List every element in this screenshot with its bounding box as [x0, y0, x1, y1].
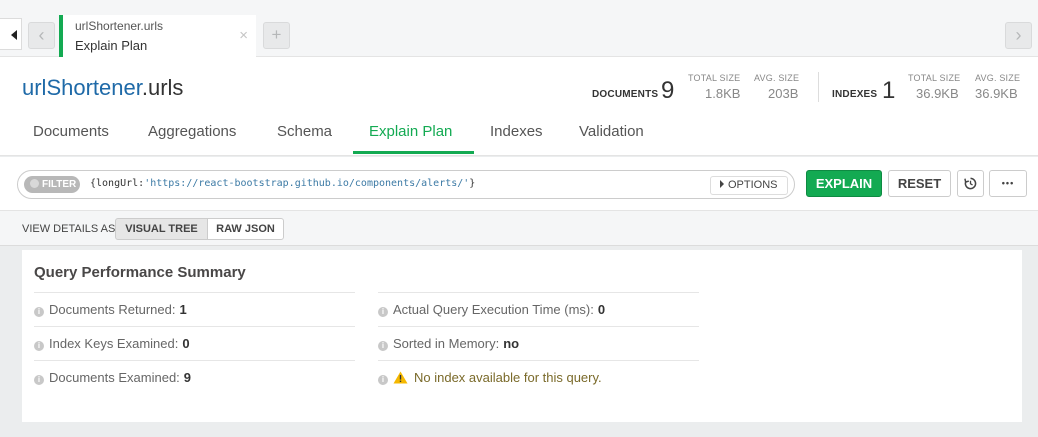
filter-dot-icon [30, 179, 39, 188]
tab-bar: ‹ urlShortener.urls Explain Plan × + › [0, 0, 1038, 58]
database-name[interactable]: urlShortener [22, 75, 142, 100]
reset-button[interactable]: RESET [888, 170, 951, 197]
tab-validation[interactable]: Validation [579, 123, 644, 140]
filter-key: {longUrl: [90, 178, 145, 189]
filter-label: FILTER [42, 179, 77, 190]
caret-right-icon [720, 180, 724, 188]
history-icon [964, 177, 977, 190]
indexes-label: INDEXES [832, 89, 878, 100]
filter-query-text[interactable]: {longUrl:'https://react-bootstrap.github… [90, 178, 475, 189]
sorted-label: Sorted in Memory: [393, 336, 500, 351]
doc-total-size-label: TOTAL SIZE [688, 73, 741, 83]
close-icon[interactable]: × [239, 27, 248, 44]
query-bar: FILTER {longUrl:'https://react-bootstrap… [0, 157, 1038, 211]
exec-time-value: 0 [597, 302, 606, 317]
exec-time-label: Actual Query Execution Time (ms): [393, 302, 594, 317]
docs-examined-value: 9 [183, 370, 192, 385]
filter-value: 'https://react-bootstrap.github.io/compo… [144, 178, 470, 189]
view-details-label: VIEW DETAILS AS [22, 223, 116, 235]
documents-label: DOCUMENTS [592, 89, 659, 100]
more-options-button[interactable]: ••• [989, 170, 1027, 197]
indexes-count: 1 [882, 77, 896, 104]
idx-avg-size-label: AVG. SIZE [975, 73, 1021, 83]
stats-divider [818, 72, 819, 102]
tab-namespace: urlShortener.urls [75, 19, 164, 33]
ellipsis-icon: ••• [1001, 178, 1015, 188]
idx-total-size: 36.9KB [916, 86, 959, 101]
summary-title: Query Performance Summary [34, 264, 246, 281]
active-tab-indicator [353, 151, 474, 154]
options-button[interactable]: OPTIONS [710, 176, 788, 195]
filter-label-pill: FILTER [24, 176, 80, 193]
forward-arrow-icon: › [1015, 25, 1022, 45]
idx-avg-size: 36.9KB [975, 86, 1018, 101]
collection-header: urlShortener.urls DOCUMENTS 9 TOTAL SIZE… [0, 57, 1038, 156]
summary-row-no-index: i No index available for this query. [378, 360, 699, 394]
warning-icon [393, 371, 408, 384]
summary-row-docs-examined: i Documents Examined: 9 [34, 360, 355, 394]
collection-title: urlShortener.urls [22, 75, 183, 101]
documents-count: 9 [661, 77, 675, 104]
tab-indexes[interactable]: Indexes [490, 123, 543, 140]
info-icon[interactable]: i [34, 307, 44, 317]
back-arrow-icon: ‹ [38, 25, 45, 45]
docs-returned-value: 1 [179, 302, 187, 317]
tab-next-button[interactable]: › [1005, 22, 1032, 49]
collection-name: .urls [141, 75, 184, 100]
info-icon[interactable]: i [34, 341, 44, 351]
query-performance-summary: Query Performance Summary i Documents Ret… [22, 250, 1022, 422]
filter-input[interactable]: FILTER {longUrl:'https://react-bootstrap… [17, 170, 795, 199]
info-icon[interactable]: i [378, 341, 388, 351]
raw-json-button[interactable]: RAW JSON [207, 218, 284, 240]
new-tab-button[interactable]: + [263, 22, 290, 49]
info-icon[interactable]: i [34, 375, 44, 385]
sidebar-toggle-icon [11, 30, 17, 40]
tab-explain-plan[interactable]: Explain Plan [369, 123, 452, 140]
info-icon[interactable]: i [378, 375, 388, 385]
filter-close: } [469, 178, 476, 189]
history-button[interactable] [957, 170, 984, 197]
view-details-bar: VIEW DETAILS AS VISUAL TREE RAW JSON [0, 211, 1038, 246]
summary-row-exec-time: i Actual Query Execution Time (ms): 0 [378, 292, 699, 326]
docs-returned-label: Documents Returned: [49, 302, 176, 317]
info-icon[interactable]: i [378, 307, 388, 317]
tab-schema[interactable]: Schema [277, 123, 332, 140]
doc-avg-size-label: AVG. SIZE [754, 73, 800, 83]
tab-prev-button[interactable]: ‹ [28, 22, 55, 49]
summary-row-index-keys: i Index Keys Examined: 0 [34, 326, 355, 360]
sidebar-toggle[interactable] [0, 18, 22, 50]
sorted-value: no [503, 336, 520, 351]
no-index-message: No index available for this query. [414, 370, 602, 385]
tab-urlshortener-urls[interactable]: urlShortener.urls Explain Plan × [59, 15, 256, 58]
visual-tree-button[interactable]: VISUAL TREE [115, 218, 208, 240]
docs-examined-label: Documents Examined: [49, 370, 180, 385]
plus-icon: + [271, 25, 282, 44]
doc-total-size: 1.8KB [705, 86, 741, 101]
tab-aggregations[interactable]: Aggregations [148, 123, 236, 140]
summary-row-sorted: i Sorted in Memory: no [378, 326, 699, 360]
options-label: OPTIONS [728, 179, 778, 191]
tab-subtitle: Explain Plan [75, 38, 148, 53]
summary-row-docs-returned: i Documents Returned: 1 [34, 292, 355, 326]
index-keys-label: Index Keys Examined: [49, 336, 179, 351]
explain-button[interactable]: EXPLAIN [806, 170, 882, 197]
index-keys-value: 0 [182, 336, 190, 351]
tab-documents[interactable]: Documents [33, 123, 109, 140]
doc-avg-size: 203B [768, 86, 799, 101]
idx-total-size-label: TOTAL SIZE [908, 73, 961, 83]
